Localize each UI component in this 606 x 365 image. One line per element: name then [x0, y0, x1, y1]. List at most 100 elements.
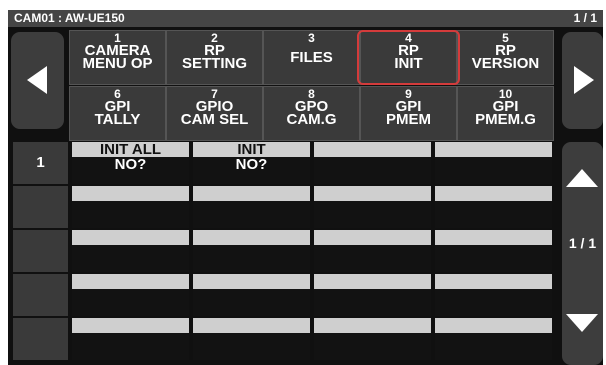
grid-cell[interactable]: [72, 318, 189, 360]
menu-tile-5[interactable]: 6 GPI TALLY: [69, 86, 166, 141]
row-number: [13, 186, 68, 228]
cell-value-area: [72, 201, 189, 228]
menu-tile-0[interactable]: 1 CAMERA MENU OP: [69, 30, 166, 85]
cell-header-bar: [314, 230, 431, 245]
triangle-down-icon: [566, 314, 598, 332]
cell-label: INIT ALL: [99, 141, 162, 158]
cell-header-bar: [72, 230, 189, 245]
grid-cell[interactable]: [193, 274, 310, 316]
cell-value-area: [314, 333, 431, 360]
cell-header-bar: [435, 230, 552, 245]
triangle-right-icon: [574, 66, 594, 94]
menu-tile-9[interactable]: 10 GPI PMEM.G: [457, 86, 554, 141]
row-number: [13, 274, 68, 316]
cell-header-bar: [314, 318, 431, 333]
tile-label-2: MENU OP: [82, 55, 153, 72]
triangle-left-icon: [27, 66, 47, 94]
menu-tile-1[interactable]: 2 RP SETTING: [166, 30, 263, 85]
cell-value-area: [72, 289, 189, 316]
title-bar: CAM01 : AW-UE150 1 / 1: [8, 10, 603, 27]
cell-value-area: [314, 157, 431, 184]
menu-tile-4[interactable]: 5 RP VERSION: [457, 30, 554, 85]
cell-header-bar: [314, 142, 431, 157]
scroll-down-button[interactable]: [562, 274, 603, 365]
grid-row: [13, 230, 559, 272]
cell-header-bar: [193, 274, 310, 289]
grid-cell[interactable]: [72, 230, 189, 272]
tile-label-2: TALLY: [94, 111, 141, 128]
grid-row: [13, 318, 559, 360]
cell-value-area: [435, 333, 552, 360]
row-number: 1: [13, 142, 68, 184]
scroll-up-button[interactable]: [562, 142, 603, 214]
grid-cell[interactable]: [72, 274, 189, 316]
grid-row: 1 INIT ALL NO? INIT NO?: [13, 142, 559, 184]
cell-value-area: [193, 333, 310, 360]
grid-cell[interactable]: [314, 230, 431, 272]
cell-header-bar: [193, 318, 310, 333]
menu-tile-8[interactable]: 9 GPI PMEM: [360, 86, 457, 141]
cell-header-bar: [314, 274, 431, 289]
cell-header-bar: [435, 142, 552, 157]
cell-header-bar: [435, 318, 552, 333]
grid-cell[interactable]: [72, 186, 189, 228]
cell-header-bar: [72, 186, 189, 201]
tile-number: 3: [308, 31, 315, 45]
menu-prev-button[interactable]: [11, 32, 64, 129]
grid-cell[interactable]: [193, 230, 310, 272]
grid-cell[interactable]: INIT ALL NO?: [72, 142, 189, 184]
cell-header-bar: [72, 274, 189, 289]
grid-row: [13, 274, 559, 316]
cell-value-area: [72, 333, 189, 360]
tile-label-2: VERSION: [471, 55, 540, 72]
triangle-up-icon: [566, 169, 598, 187]
cell-header-bar: [193, 186, 310, 201]
menu-tile-7[interactable]: 8 GPO CAM.G: [263, 86, 360, 141]
grid-cell[interactable]: [435, 230, 552, 272]
cell-value-area: [314, 201, 431, 228]
grid-cell[interactable]: [193, 186, 310, 228]
grid-cell[interactable]: [435, 274, 552, 316]
menu-next-button[interactable]: [562, 32, 603, 129]
grid-row: [13, 186, 559, 228]
grid-cell[interactable]: [314, 318, 431, 360]
window-title: CAM01 : AW-UE150: [14, 11, 125, 25]
cell-value-area: [435, 201, 552, 228]
menu-tile-2[interactable]: 3 FILES: [263, 30, 360, 85]
menu-page-indicator: 1 / 1: [573, 11, 597, 25]
cell-header-bar: [314, 186, 431, 201]
grid-cell[interactable]: [193, 318, 310, 360]
cell-header-bar: [72, 318, 189, 333]
tile-label-2: PMEM: [386, 111, 431, 128]
tile-label-2: PMEM.G: [475, 111, 536, 128]
grid-cell[interactable]: [435, 186, 552, 228]
grid-cell[interactable]: INIT NO?: [193, 142, 310, 184]
grid-cell[interactable]: [314, 274, 431, 316]
cell-value: NO?: [114, 156, 147, 173]
selected-tile-highlight: [357, 30, 460, 85]
cell-header-bar: [435, 186, 552, 201]
row-number: [13, 230, 68, 272]
camera-menu-screen: CAM01 : AW-UE150 1 / 1 1 CAMERA MENU OP 2 RP…: [8, 10, 603, 365]
cell-value-area: [435, 157, 552, 184]
cell-value-area: [72, 245, 189, 272]
cell-value-area: [435, 245, 552, 272]
tile-label-2: CAM.G: [286, 111, 337, 128]
cell-value-area: [193, 201, 310, 228]
menu-tile-6[interactable]: 7 GPIO CAM SEL: [166, 86, 263, 141]
tile-label-2: CAM SEL: [180, 111, 249, 128]
cell-header-bar: [193, 230, 310, 245]
row-number: [13, 318, 68, 360]
cell-value-area: [314, 289, 431, 316]
cell-value-area: [435, 289, 552, 316]
tile-label-1: FILES: [290, 49, 333, 66]
grid-cell[interactable]: [435, 318, 552, 360]
tile-label-2: SETTING: [181, 55, 247, 72]
cell-label: INIT: [237, 141, 266, 158]
grid-cell[interactable]: [314, 142, 431, 184]
cell-header-bar: [435, 274, 552, 289]
grid-cell[interactable]: [314, 186, 431, 228]
cell-value: NO?: [235, 156, 268, 173]
grid-cell[interactable]: [435, 142, 552, 184]
cell-value-area: [193, 289, 310, 316]
